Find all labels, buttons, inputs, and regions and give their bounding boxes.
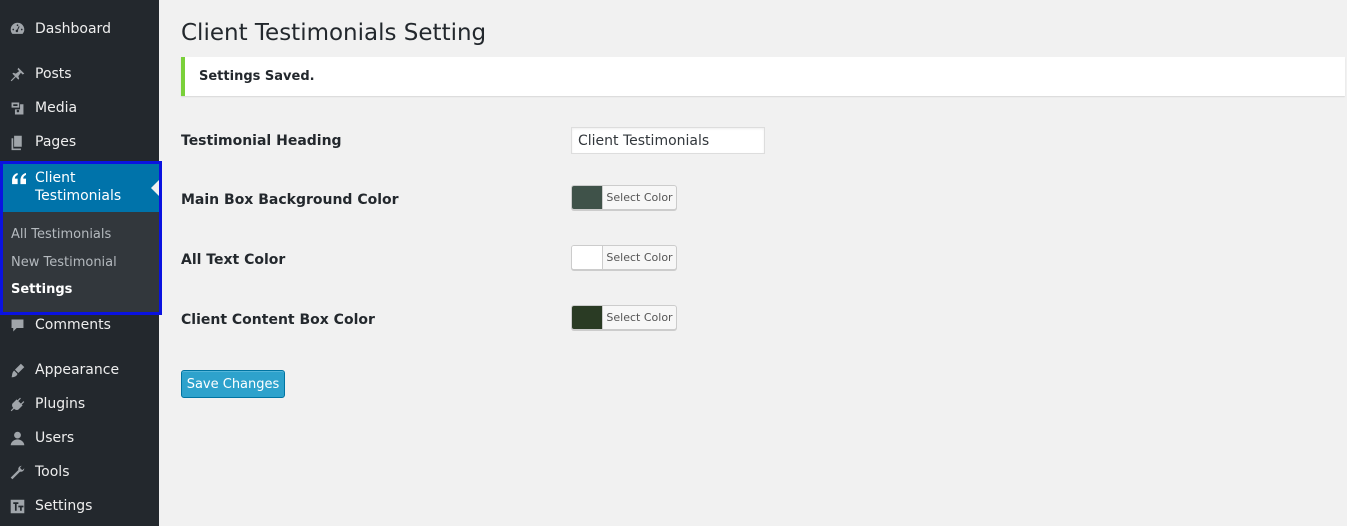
sidebar-item-media[interactable]: Media	[0, 91, 159, 125]
color-swatch	[572, 246, 603, 269]
color-swatch	[572, 186, 603, 209]
quote-icon	[3, 169, 35, 186]
client-testimonials-menu[interactable]: Client Testimonials	[3, 164, 159, 212]
select-color-label: Select Color	[606, 191, 673, 204]
sidebar-item-label: Comments	[35, 317, 111, 333]
sidebar-item-label: Dashboard	[35, 21, 111, 37]
sidebar-item-label: Appearance	[35, 362, 120, 378]
save-changes-button[interactable]: Save Changes	[181, 370, 285, 398]
sidebar-item-label: Settings	[35, 498, 93, 514]
sidebar-item-pages[interactable]: Pages	[0, 125, 159, 159]
content-box-color-label: Client Content Box Color	[181, 312, 375, 328]
client-testimonials-label: Client Testimonials	[35, 169, 121, 205]
sidebar-item-posts[interactable]: Posts	[0, 57, 159, 91]
select-color-label: Select Color	[606, 311, 673, 324]
sidebar-item-appearance[interactable]: Appearance	[0, 353, 159, 387]
text-color-label: All Text Color	[181, 252, 286, 268]
plugin-icon	[0, 396, 35, 413]
admin-sidebar: Dashboard Posts Media Pages Client Testi…	[0, 0, 162, 526]
sidebar-item-label: Posts	[35, 66, 72, 82]
user-icon	[0, 430, 35, 447]
submenu: All Testimonials New Testimonial Setting…	[11, 224, 117, 307]
settings-saved-notice: Settings Saved.	[181, 57, 1345, 96]
sidebar-item-plugins[interactable]: Plugins	[0, 387, 159, 421]
sidebar-item-tools[interactable]: Tools	[0, 455, 159, 489]
current-menu-arrow	[151, 180, 159, 196]
submenu-new-testimonial[interactable]: New Testimonial	[11, 252, 117, 280]
sidebar-item-settings[interactable]: Settings	[0, 489, 159, 523]
dashboard-icon	[0, 21, 35, 38]
submenu-settings[interactable]: Settings	[11, 279, 117, 307]
sidebar-item-client-testimonials: Client Testimonials All Testimonials New…	[0, 161, 162, 315]
pin-icon	[0, 66, 35, 83]
sidebar-item-label: Tools	[35, 464, 70, 480]
content-box-color-picker[interactable]: Select Color	[571, 305, 677, 330]
sidebar-item-dashboard[interactable]: Dashboard	[0, 12, 159, 46]
menu-label-line1: Client	[35, 170, 76, 186]
select-color-label: Select Color	[606, 251, 673, 264]
media-icon	[0, 100, 35, 117]
brush-icon	[0, 362, 35, 379]
main-box-color-label: Main Box Background Color	[181, 192, 399, 208]
text-color-picker[interactable]: Select Color	[571, 245, 677, 270]
sidebar-item-label: Plugins	[35, 396, 86, 412]
sidebar-item-label: Pages	[35, 134, 77, 150]
testimonial-heading-label: Testimonial Heading	[181, 133, 342, 149]
testimonial-heading-input[interactable]	[571, 127, 765, 154]
page-title: Client Testimonials Setting	[181, 20, 487, 46]
sidebar-item-users[interactable]: Users	[0, 421, 159, 455]
submenu-all-testimonials[interactable]: All Testimonials	[11, 224, 117, 252]
notice-text: Settings Saved.	[199, 69, 315, 84]
wrench-icon	[0, 464, 35, 481]
comment-icon	[0, 317, 35, 334]
sidebar-item-label: Media	[35, 100, 78, 116]
settings-icon	[0, 498, 35, 515]
sidebar-item-comments[interactable]: Comments	[0, 308, 159, 342]
main-box-color-picker[interactable]: Select Color	[571, 185, 677, 210]
sidebar-item-label: Users	[35, 430, 75, 446]
color-swatch	[572, 306, 603, 329]
pages-icon	[0, 134, 35, 151]
menu-label-line2: Testimonials	[35, 188, 122, 204]
